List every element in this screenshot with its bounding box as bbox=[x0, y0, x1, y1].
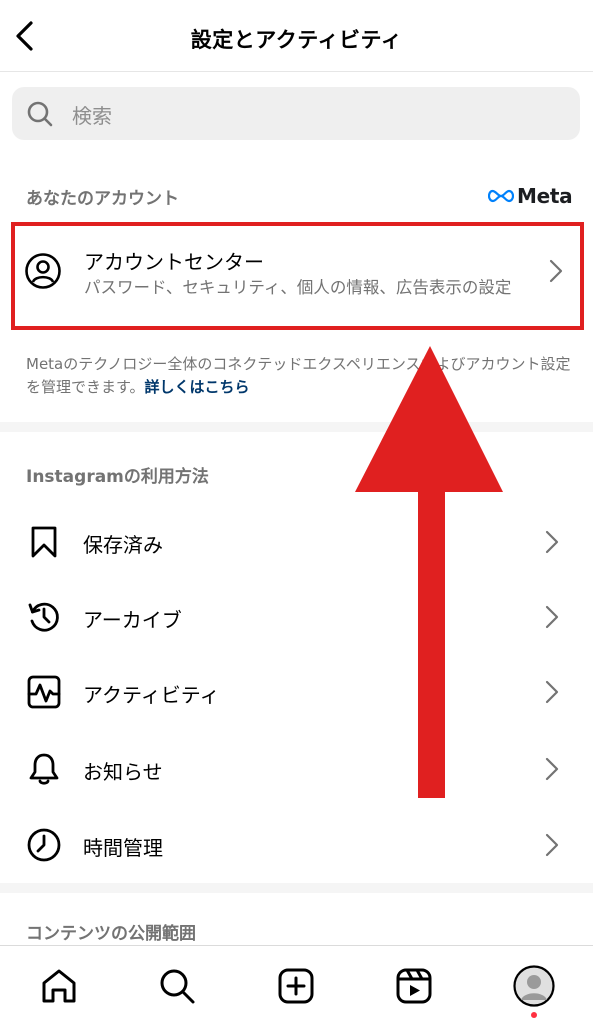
search-icon bbox=[160, 969, 195, 1004]
page-title: 設定とアクティビティ bbox=[190, 28, 403, 52]
menu-item-label: お知らせ bbox=[83, 760, 163, 784]
reels-icon bbox=[396, 968, 432, 1004]
search-icon bbox=[27, 101, 53, 127]
chevron-right-icon bbox=[545, 530, 559, 554]
menu-item-saved[interactable]: 保存済み bbox=[0, 507, 593, 577]
section-label-usage: Instagramの利用方法 bbox=[26, 467, 209, 487]
account-center-subtitle: パスワード、セキュリティ、個人の情報、広告表示の設定 bbox=[84, 278, 512, 297]
menu-item-label: 時間管理 bbox=[83, 836, 163, 860]
menu-item-label: アクティビティ bbox=[83, 683, 220, 707]
account-circle-icon bbox=[25, 253, 61, 289]
section-divider bbox=[0, 883, 593, 893]
menu-item-archive[interactable]: アーカイブ bbox=[0, 582, 593, 652]
chevron-right-icon bbox=[545, 757, 559, 781]
menu-item-label: 保存済み bbox=[83, 533, 163, 557]
chevron-right-icon bbox=[549, 259, 563, 283]
menu-item-label: アーカイブ bbox=[83, 608, 182, 632]
header: 設定とアクティビティ bbox=[0, 0, 593, 72]
section-divider bbox=[0, 422, 593, 432]
bookmark-icon bbox=[31, 526, 57, 558]
profile-avatar bbox=[513, 965, 555, 1007]
create-icon bbox=[278, 968, 314, 1004]
archive-icon bbox=[28, 602, 59, 632]
notification-dot bbox=[531, 1012, 537, 1018]
menu-item-time-management[interactable]: 時間管理 bbox=[0, 810, 593, 880]
account-center-row[interactable]: アカウントセンター パスワード、セキュリティ、個人の情報、広告表示の設定 bbox=[0, 222, 593, 334]
menu-item-notifications[interactable]: お知らせ bbox=[0, 734, 593, 804]
chevron-right-icon bbox=[545, 680, 559, 704]
search-placeholder: 検索 bbox=[72, 104, 112, 128]
nav-create-button[interactable] bbox=[276, 966, 316, 1006]
section-label-account: あなたのアカウント bbox=[26, 189, 179, 209]
nav-profile-button[interactable] bbox=[513, 965, 555, 1007]
meta-infinity-icon bbox=[488, 189, 514, 203]
nav-search-button[interactable] bbox=[157, 966, 197, 1006]
account-center-title: アカウントセンター bbox=[84, 250, 264, 274]
menu-item-activity[interactable]: アクティビティ bbox=[0, 657, 593, 727]
home-icon bbox=[42, 969, 76, 1003]
learn-more-link[interactable]: 詳しくはこちら bbox=[145, 378, 250, 396]
clock-icon bbox=[27, 828, 61, 862]
meta-logo: Meta bbox=[488, 184, 573, 208]
search-input[interactable]: 検索 bbox=[12, 87, 580, 140]
bell-icon bbox=[29, 753, 59, 785]
meta-brand-text: Meta bbox=[517, 184, 573, 208]
account-info-text: Metaのテクノロジー全体のコネクテッドエクスペリエンスおよびアカウント設定を管… bbox=[26, 353, 571, 399]
chevron-right-icon bbox=[545, 833, 559, 857]
chevron-right-icon bbox=[545, 605, 559, 629]
bottom-navigation bbox=[0, 945, 593, 1024]
nav-home-button[interactable] bbox=[39, 966, 79, 1006]
section-label-content-visibility: コンテンツの公開範囲 bbox=[26, 924, 196, 944]
activity-icon bbox=[27, 675, 61, 709]
nav-reels-button[interactable] bbox=[394, 966, 434, 1006]
account-info-body: Metaのテクノロジー全体のコネクテッドエクスペリエンスおよびアカウント設定を管… bbox=[26, 355, 571, 396]
